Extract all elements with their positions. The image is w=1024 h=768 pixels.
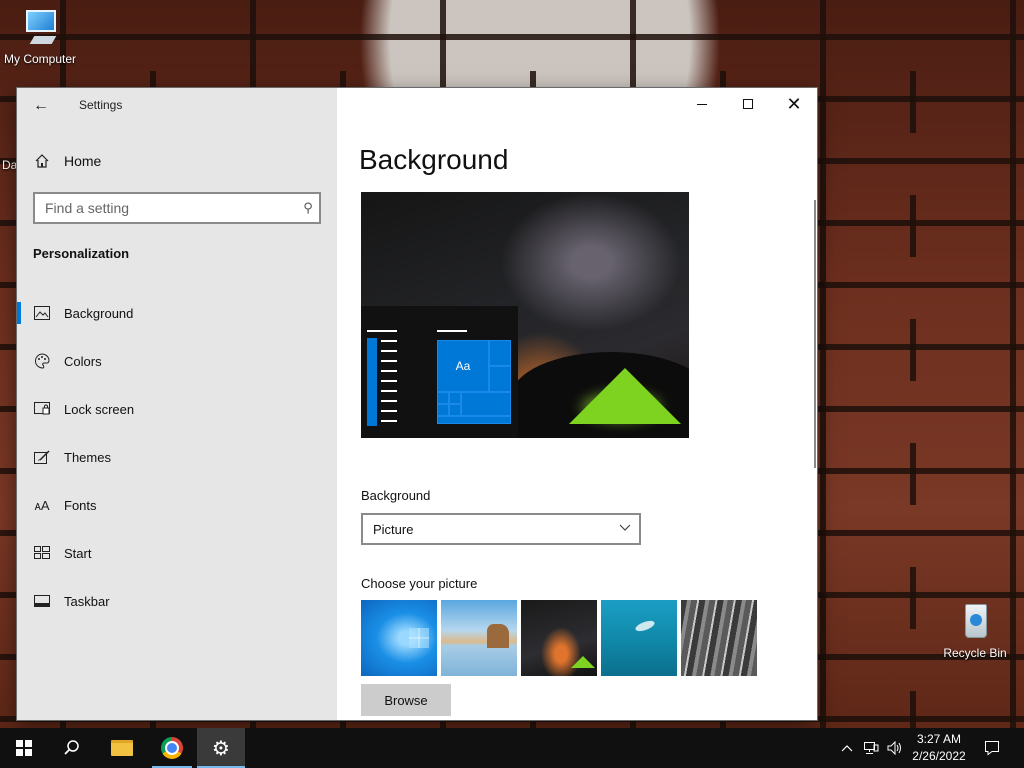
action-center-button[interactable] bbox=[980, 728, 1004, 768]
picture-icon bbox=[33, 304, 51, 322]
search-icon[interactable]: ⚲ bbox=[297, 200, 313, 216]
back-button[interactable]: ← bbox=[29, 94, 53, 118]
tray-overflow-button[interactable] bbox=[838, 728, 856, 768]
choose-picture-label: Choose your picture bbox=[361, 576, 478, 591]
sidebar-item-label: Taskbar bbox=[64, 593, 110, 609]
minimize-button[interactable] bbox=[679, 88, 725, 120]
sidebar: ← Settings Home ⚲ Personalization Backgr… bbox=[17, 88, 337, 720]
app-title: Settings bbox=[79, 98, 123, 112]
close-button[interactable]: ✕ bbox=[771, 88, 817, 120]
lock-screen-icon bbox=[33, 400, 51, 418]
themes-icon bbox=[33, 448, 51, 466]
background-dropdown[interactable]: Picture bbox=[361, 513, 641, 545]
preview-start-menu: Aa bbox=[361, 306, 518, 438]
desktop-icon-label: Recycle Bin bbox=[943, 646, 1007, 660]
recycle-bin-icon bbox=[955, 602, 995, 642]
section-label: Personalization bbox=[33, 246, 130, 261]
close-icon: ✕ bbox=[786, 93, 802, 114]
window-controls: ✕ bbox=[679, 88, 817, 120]
sidebar-item-label: Fonts bbox=[64, 497, 97, 513]
settings-window: ← Settings Home ⚲ Personalization Backgr… bbox=[17, 88, 817, 720]
volume-icon bbox=[887, 741, 901, 755]
sidebar-item-start[interactable]: Start bbox=[17, 533, 337, 573]
notification-icon bbox=[985, 741, 999, 756]
minimize-icon bbox=[697, 103, 707, 105]
tent-image bbox=[569, 368, 681, 424]
sidebar-item-fonts[interactable]: ᴀA Fonts bbox=[17, 485, 337, 525]
sidebar-item-taskbar[interactable]: Taskbar bbox=[17, 581, 337, 621]
palette-icon bbox=[33, 352, 51, 370]
sidebar-item-lock-screen[interactable]: Lock screen bbox=[17, 389, 337, 429]
sidebar-item-themes[interactable]: Themes bbox=[17, 437, 337, 477]
taskbar-icon bbox=[33, 592, 51, 610]
sidebar-item-colors[interactable]: Colors bbox=[17, 341, 337, 381]
start-icon bbox=[33, 544, 51, 562]
home-icon bbox=[33, 152, 51, 170]
main-content: ✕ Background Aa Background Picture Choos… bbox=[337, 88, 817, 720]
background-field-label: Background bbox=[361, 488, 431, 503]
windows-logo-icon bbox=[16, 740, 32, 756]
taskbar-search-button[interactable] bbox=[48, 728, 96, 768]
picture-thumbnail[interactable] bbox=[681, 600, 757, 676]
clock[interactable]: 3:27 AM 2/26/2022 bbox=[906, 731, 972, 765]
gear-icon: ⚙ bbox=[212, 737, 230, 760]
search-input[interactable] bbox=[35, 194, 285, 222]
taskbar-settings[interactable]: ⚙ bbox=[197, 728, 245, 768]
chevron-down-icon bbox=[619, 521, 631, 535]
page-title: Background bbox=[359, 144, 509, 175]
desktop-icon-my-computer[interactable]: My Computer bbox=[0, 8, 80, 66]
picture-thumbnail[interactable] bbox=[521, 600, 597, 676]
search-box: ⚲ bbox=[33, 192, 321, 224]
taskbar-chrome[interactable] bbox=[148, 728, 196, 768]
picture-thumbnail[interactable] bbox=[441, 600, 517, 676]
dropdown-value: Picture bbox=[373, 522, 414, 537]
sidebar-item-label: Home bbox=[64, 153, 102, 169]
computer-icon bbox=[20, 8, 60, 48]
desktop-icon-label: My Computer bbox=[3, 52, 77, 66]
fonts-icon: ᴀA bbox=[34, 497, 50, 513]
sidebar-item-label: Lock screen bbox=[64, 401, 135, 417]
picture-thumbnail[interactable] bbox=[601, 600, 677, 676]
clock-date: 2/26/2022 bbox=[912, 749, 966, 763]
search-icon bbox=[64, 740, 79, 755]
desktop-icon-recycle-bin[interactable]: Recycle Bin bbox=[935, 602, 1015, 660]
tray-network[interactable] bbox=[860, 728, 882, 768]
tray-volume[interactable] bbox=[884, 728, 906, 768]
taskbar: ⚙ 3:27 AM 2/26/2022 bbox=[0, 728, 1024, 768]
sidebar-item-label: Background bbox=[64, 305, 134, 321]
sidebar-item-background[interactable]: Background bbox=[17, 293, 337, 333]
chevron-up-icon bbox=[841, 745, 853, 752]
preview-tile: Aa bbox=[437, 340, 489, 392]
taskbar-file-explorer[interactable] bbox=[98, 728, 146, 768]
back-arrow-icon: ← bbox=[33, 97, 49, 114]
picture-thumbnail[interactable] bbox=[361, 600, 437, 676]
start-button[interactable] bbox=[0, 728, 48, 768]
folder-icon bbox=[111, 740, 133, 756]
network-icon bbox=[864, 742, 879, 754]
clock-time: 3:27 AM bbox=[916, 732, 962, 746]
maximize-icon bbox=[743, 99, 753, 109]
desktop-icon-label-partial: Da bbox=[2, 158, 18, 172]
maximize-button[interactable] bbox=[725, 88, 771, 120]
picture-thumbnails bbox=[361, 600, 757, 676]
scrollbar[interactable] bbox=[814, 200, 816, 468]
sidebar-item-label: Start bbox=[64, 545, 92, 561]
sidebar-item-home[interactable]: Home bbox=[17, 146, 337, 176]
sidebar-item-label: Themes bbox=[64, 449, 111, 465]
sidebar-item-label: Colors bbox=[64, 353, 102, 369]
background-preview: Aa bbox=[361, 192, 689, 438]
browse-button[interactable]: Browse bbox=[361, 684, 451, 716]
chrome-icon bbox=[161, 737, 183, 759]
